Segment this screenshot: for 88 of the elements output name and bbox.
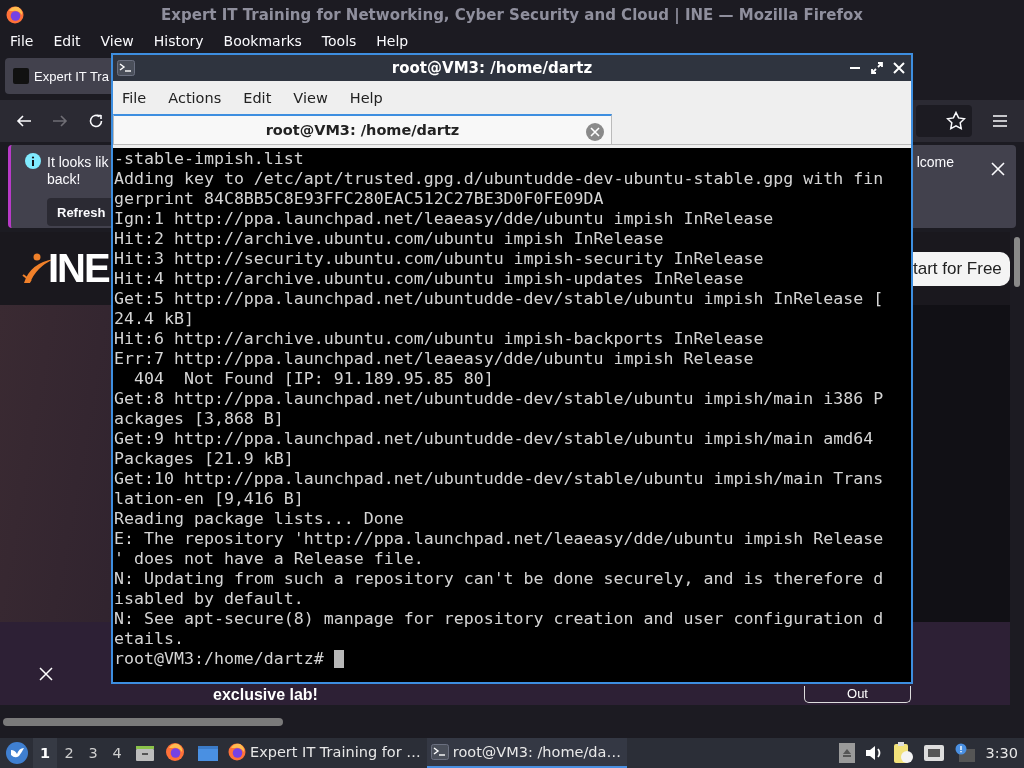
output-line: Get:8 http://ppa.launchpad.net/ubuntudde-dev/stable/ubuntu impish/main i386 P [114,389,884,409]
output-line: Hit:6 http://archive.ubuntu.com/ubuntu impish-backports InRelease [114,329,764,349]
output-line: N: See apt-secure(8) manpage for repository creation and user configuration d [114,609,884,629]
output-line: Get:9 http://ppa.launchpad.net/ubuntudde-dev/stable/ubuntu impish/main amd64 [114,429,874,449]
output-line: Err:7 http://ppa.launchpad.net/leaeasy/dde/ubuntu impish Release [114,349,754,369]
firefox-icon [228,743,246,761]
clipboard-icon[interactable] [893,742,914,764]
workspace-button[interactable]: 3 [81,738,105,768]
menu-item[interactable]: Help [349,90,383,106]
start-free-button[interactable]: tart for Free [912,251,1010,286]
file-cabinet-icon[interactable] [135,743,155,763]
taskbar-task[interactable]: Expert IT Training for … [224,738,427,768]
menu-item[interactable]: Bookmarks [223,33,302,49]
output-line: Get:10 http://ppa.launchpad.net/ubuntudde-dev/stable/ubuntu impish/main Trans [114,469,884,489]
scrollbar-thumb[interactable] [3,717,283,726]
menu-item[interactable]: Actions [168,90,222,106]
menu-item[interactable]: Tools [321,33,357,49]
output-line: 404 Not Found [IP: 91.189.95.85 80] [132,369,494,389]
terminal-icon [117,60,135,76]
notification-text: lcome [916,153,954,172]
menu-item[interactable]: Help [376,33,409,49]
menu-item[interactable]: View [293,90,328,106]
menu-icon[interactable] [992,114,1008,128]
output-line: etails. [114,629,184,649]
start-menu-icon[interactable] [5,741,29,765]
star-icon[interactable] [946,111,966,131]
output-line: Ign:1 http://ppa.launchpad.net/leaeasy/dde/ubuntu impish InRelease [114,209,774,229]
window-icon[interactable] [197,743,219,763]
refresh-button[interactable]: Refresh [47,198,111,226]
task-label: root@VM3: /home/da… [452,744,621,760]
output-line: 24.4 kB] [114,309,194,329]
eject-icon[interactable] [839,743,856,763]
output-line: Get:5 http://ppa.launchpad.net/ubuntudde-dev/stable/ubuntu impish InRelease [ [114,289,884,309]
window-title: root@VM3: /home/dartz [390,59,594,77]
reload-icon[interactable] [88,113,104,129]
firefox-icon [6,6,24,24]
tab-label: Expert IT Tra [34,68,109,84]
network-port-icon[interactable] [923,744,946,762]
output-line: lation-en [9,416 B] [114,489,304,509]
forward-icon[interactable] [52,113,68,129]
menu-item[interactable]: File [122,90,147,106]
output-line: ' does not have a Release file. [114,549,424,569]
maximize-icon[interactable] [871,62,883,74]
output-line: Reading package lists... Done [114,509,404,529]
close-icon[interactable] [893,62,905,74]
scrollbar-thumb[interactable] [1014,237,1020,287]
out-button[interactable]: Out [804,686,911,703]
output-line: E: The repository 'http://ppa.launchpad.net/leaeasy/dde/ubuntu impish Release [114,529,884,549]
output-line: -stable-impish.list [114,149,304,169]
output-line: Adding key to /etc/apt/trusted.gpg.d/ubuntudde-dev-ubuntu-stable.gpg with fin [114,169,884,189]
menu-item[interactable]: File [10,33,34,49]
terminal-tab[interactable]: root@VM3: /home/dartz [113,114,612,144]
favicon-icon [13,68,29,84]
output-line: Hit:3 http://security.ubuntu.com/ubuntu impish-security InRelease [114,249,764,269]
notification-text: It looks lik [47,154,110,171]
clock: 3:30 [985,745,1018,761]
output-line: Packages [21.9 kB] [114,449,294,469]
task-label: Expert IT Training for … [250,744,421,760]
output-line: N: Updating from such a repository can't be done securely, and is therefore d [114,569,884,589]
close-icon[interactable] [990,161,1006,177]
close-tab-icon[interactable] [585,122,605,142]
menu-item[interactable]: Edit [243,90,272,106]
output-line: Hit:4 http://archive.ubuntu.com/ubuntu impish-updates InRelease [114,269,744,289]
menu-item[interactable]: Edit [53,33,81,49]
output-line: ackages [3,868 B] [114,409,284,429]
workspace-button[interactable]: 1 [33,738,57,768]
cursor [333,650,344,668]
terminal-icon [430,744,449,760]
notification-text: back! [47,171,82,188]
banner-text: exclusive lab! [213,686,318,704]
info-icon [25,153,41,169]
workspace-button[interactable]: 4 [105,738,129,768]
browser-tab[interactable]: Expert IT Tra [5,58,111,94]
address-field[interactable] [916,105,972,137]
prompt: root@VM3:/home/dartz# [114,649,324,669]
logo[interactable]: INE [48,246,109,291]
back-icon[interactable] [16,113,32,129]
menu-item[interactable]: View [100,33,134,49]
notification-icon[interactable] [955,743,976,763]
taskbar-task[interactable]: root@VM3: /home/da… [426,738,627,768]
window-title: Expert IT Training for Networking, Cyber Security and Cloud | INE — Mozilla Firefox [160,6,864,24]
output-line: Hit:2 http://archive.ubuntu.com/ubuntu impish InRelease [114,229,664,249]
workspace-button[interactable]: 2 [57,738,81,768]
firefox-icon[interactable] [166,743,186,763]
output-line: isabled by default. [114,589,304,609]
menu-item[interactable]: History [153,33,204,49]
close-icon[interactable] [39,667,53,681]
output-line: gerprint 84C8BB5C8E93FFC280EAC512C27BE3D0F0FE09DA [114,189,604,209]
